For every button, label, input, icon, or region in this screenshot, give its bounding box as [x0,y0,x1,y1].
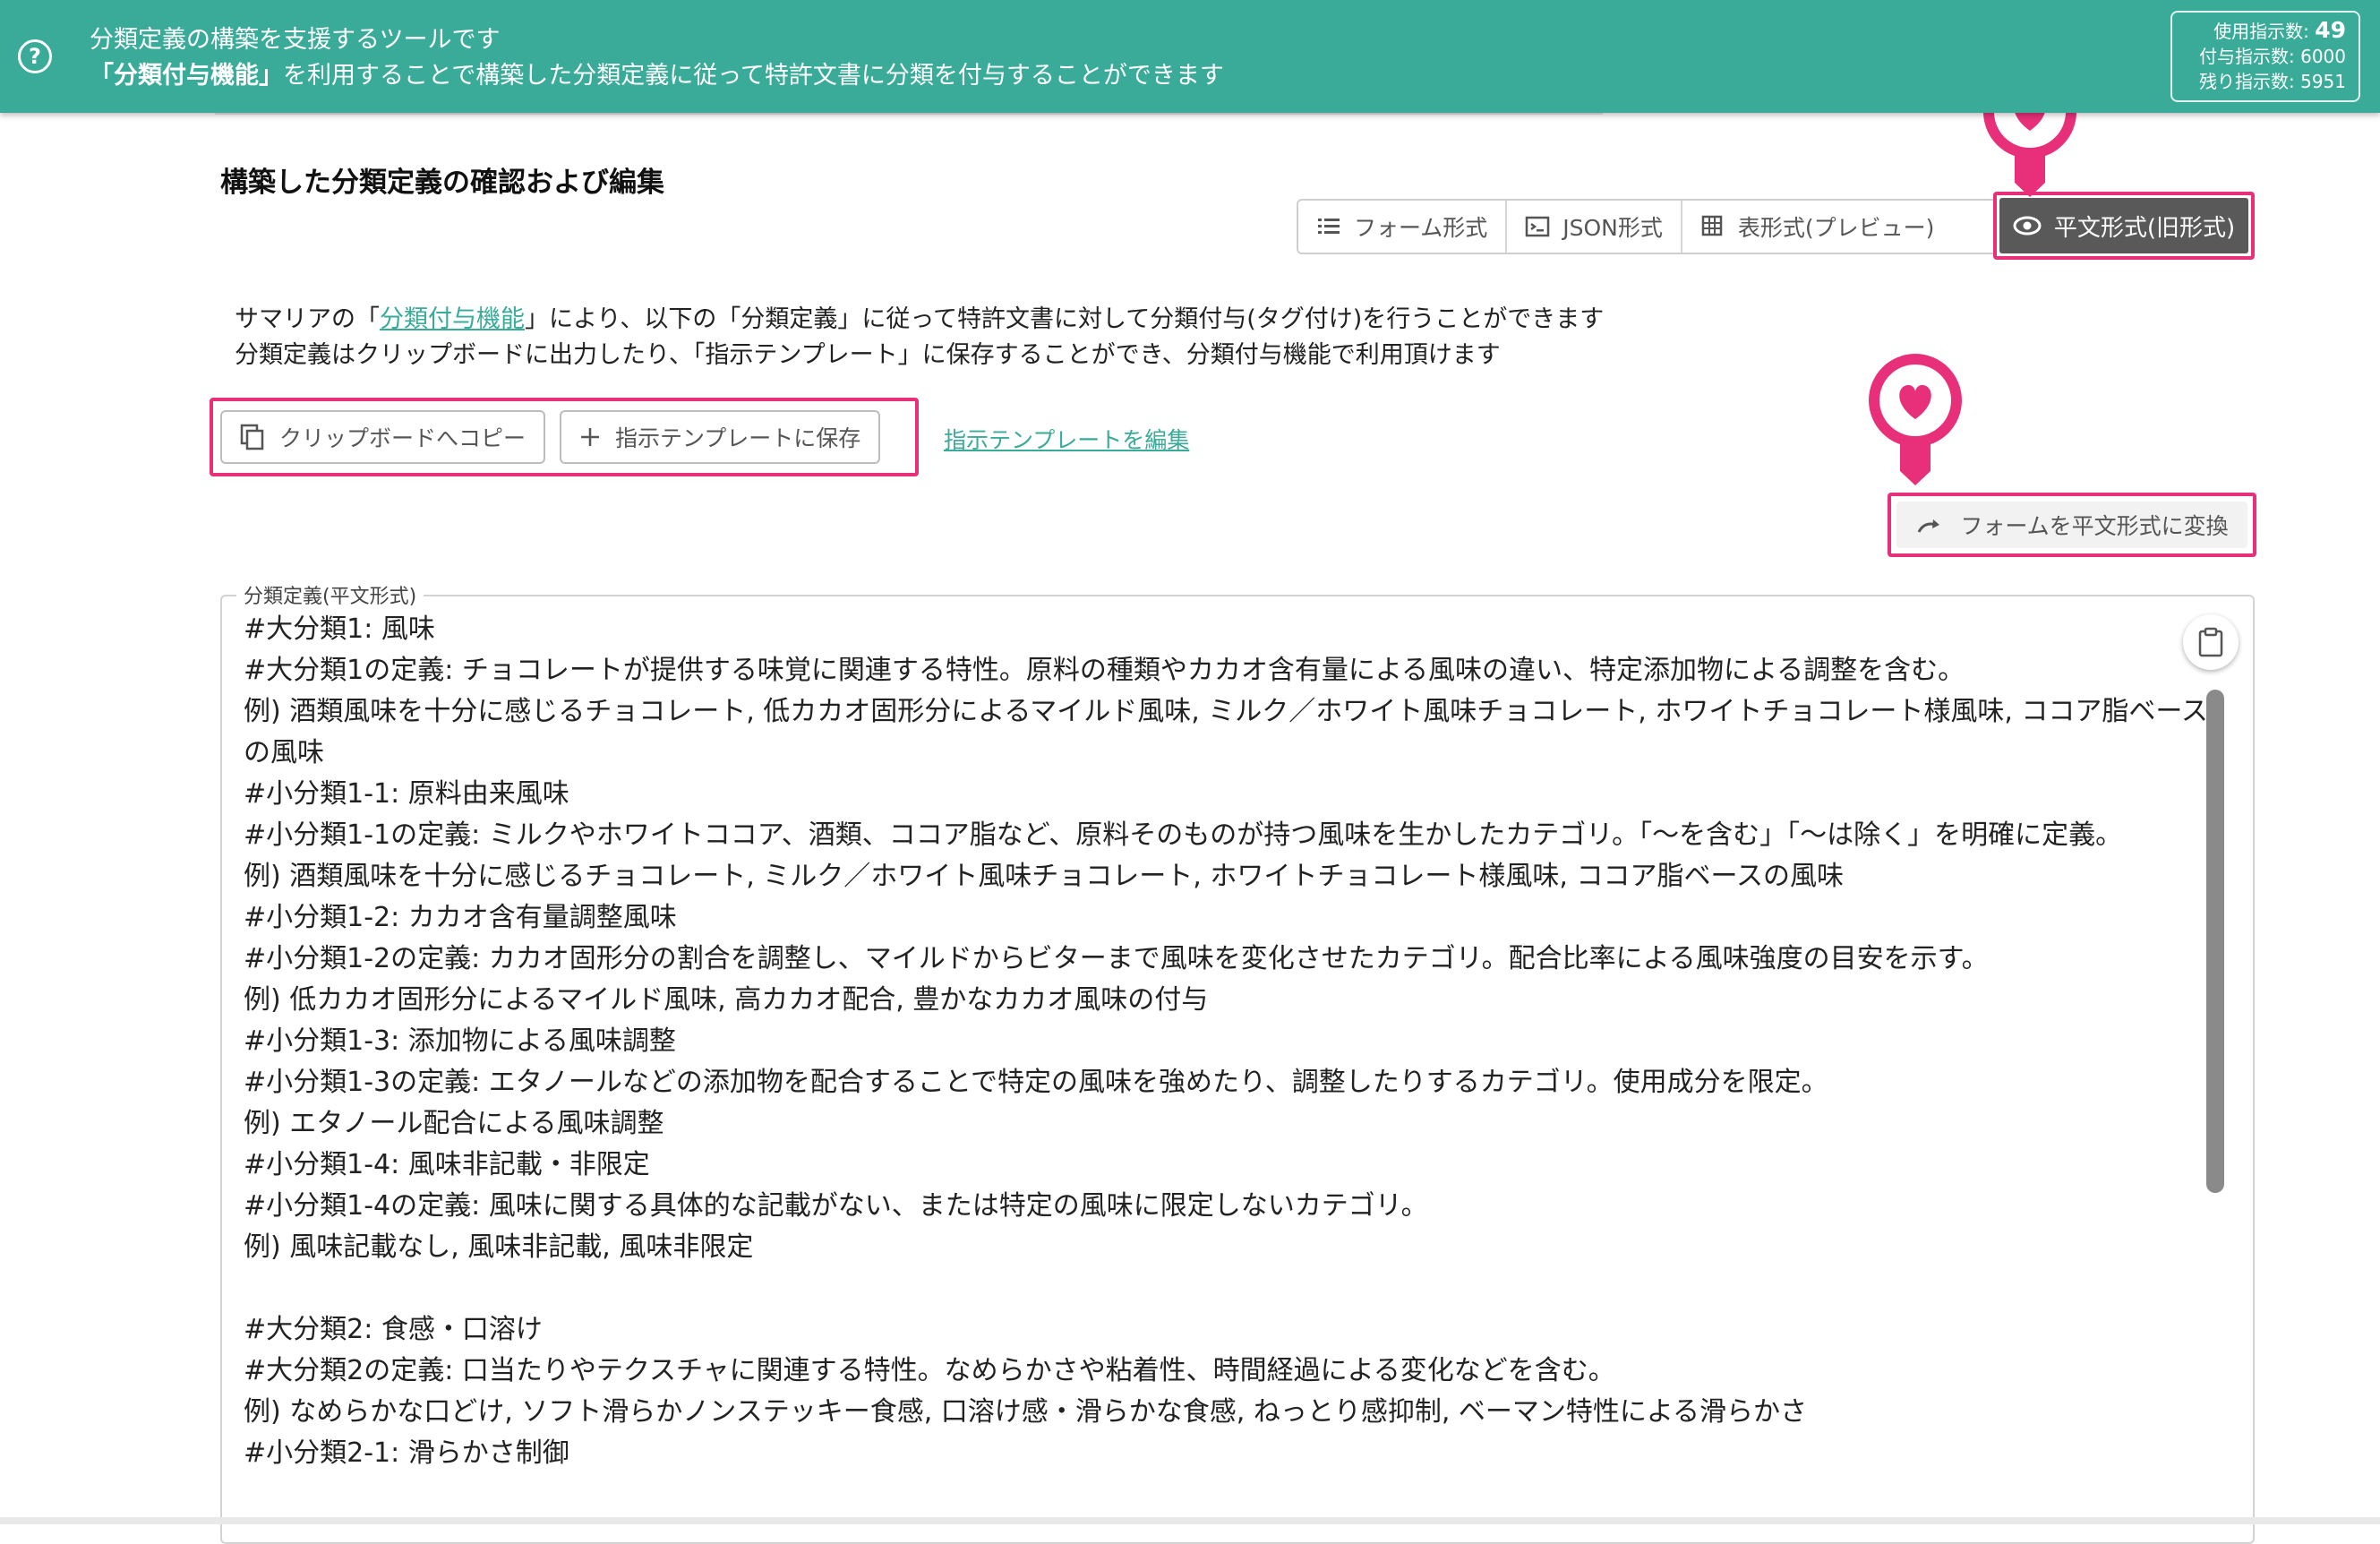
list-icon [1318,219,1340,234]
tab-json[interactable]: JSON形式 [1507,201,1682,253]
terminal-icon [1526,216,1550,237]
definition-line: #小分類1-4の定義: 風味に関する具体的な記載がない、または特定の風味に限定し… [244,1190,1428,1222]
action-buttons-highlight: クリップボードへコピー 指示テンプレートに保存 [210,398,919,476]
definition-line: #小分類1-4: 風味非記載・非限定 [244,1149,650,1180]
definition-line: #小分類1-3の定義: エタノールなどの添加物を配合することで特定の風味を強めた… [244,1067,1828,1098]
definition-text[interactable]: #大分類1: 風味 #大分類1の定義: チョコレートが提供する味覚に関連する特性。… [244,609,2210,1474]
copy-icon [240,424,264,450]
redo-arrow-icon [1918,519,1940,533]
definition-line: #小分類2-1: 滑らかさ制御 [244,1437,569,1469]
granted-count: 付与指示数: 6000 [2198,46,2346,67]
definition-line [244,1268,2210,1309]
edit-template-link[interactable]: 指示テンプレートを編集 [944,423,1189,455]
definition-line: #小分類1-2の定義: カカオ固形分の割合を調整し、マイルドからビターまで風味を… [244,943,1989,974]
bottom-edge [0,1517,2380,1524]
table-icon [1701,215,1723,236]
definition-line: #小分類1-2: カカオ含有量調整風味 [244,902,677,933]
save-template-label: 指示テンプレートに保存 [615,425,861,451]
tab-json-label: JSON形式 [1562,215,1663,241]
clipboard-icon [2198,627,2223,657]
info-banner: ? 分類定義の構築を支援するツールです 「分類付与機能」を利用することで構築した… [0,0,2380,113]
convert-label: フォームを平文形式に変換 [1960,513,2229,539]
definition-line: #大分類1: 風味 [244,613,435,645]
paste-button[interactable] [2183,614,2239,670]
editor-scrollbar[interactable] [2206,690,2224,1193]
banner-text-2: 「分類付与機能」を利用することで構築した分類定義に従って特許文書に分類を付与する… [90,56,1224,90]
copy-clipboard-button[interactable]: クリップボードへコピー [220,410,546,464]
copy-clipboard-label: クリップボードへコピー [279,425,527,451]
definition-line: #大分類2の定義: 口当たりやテクスチャに関連する特性。なめらかさや粘着性、時間… [244,1355,1615,1386]
remaining-count: 残り指示数: 5951 [2198,71,2346,92]
definition-line: 例) 風味記載なし, 風味非記載, 風味非限定 [244,1231,754,1263]
definition-line: 例) 低カカオ固形分によるマイルド風味, 高カカオ配合, 豊かなカカオ風味の付与 [244,984,1209,1016]
tab-table-label: 表形式(プレビュー) [1737,215,1935,241]
banner-text-2-rest: を利用することで構築した分類定義に従って特許文書に分類を付与することができます [283,62,1224,90]
help-icon[interactable]: ? [18,39,52,73]
description-line-1: サマリアの「分類付与機能」により、以下の「分類定義」に従って特許文書に対して分類… [235,305,1605,333]
convert-to-plain-button[interactable]: フォームを平文形式に変換 [1896,502,2247,548]
tab-plain[interactable]: 平文形式(旧形式) [1999,198,2248,253]
used-count: 使用指示数: 49 [2213,17,2346,43]
section-title: 構築した分類定義の確認および編集 [220,167,664,199]
definition-line: #小分類1-3: 添加物による風味調整 [244,1025,676,1057]
tab-plain-highlight: 平文形式(旧形式) [1993,192,2255,260]
heart-pin-icon [1869,354,1962,485]
tab-plain-label: 平文形式(旧形式) [2053,214,2236,242]
definition-line: #小分類1-1: 原料由来風味 [244,778,569,810]
definition-line: 例) エタノール配合による風味調整 [244,1108,664,1139]
banner-text-1: 分類定義の構築を支援するツールです [90,26,501,54]
feature-link[interactable]: 分類付与機能 [380,305,525,333]
tab-form-label: フォーム形式 [1354,215,1488,241]
plus-icon [581,428,600,446]
description-line-2: 分類定義はクリップボードに出力したり、「指示テンプレート」に保存することができ、… [235,341,1501,369]
definition-line: #大分類2: 食感・口溶け [244,1314,543,1345]
tab-form[interactable]: フォーム形式 [1298,201,1508,253]
usage-counts: 使用指示数: 49 付与指示数: 6000 残り指示数: 5951 [2170,11,2360,102]
save-template-button[interactable]: 指示テンプレートに保存 [560,410,881,464]
definition-line: #大分類1の定義: チョコレートが提供する味覚に関連する特性。原料の種類やカカオ… [244,655,1965,686]
definition-line: #小分類1-1の定義: ミルクやホワイトココア、酒類、ココア脂など、原料そのもの… [244,819,2123,851]
eye-icon [2013,216,2042,236]
convert-button-highlight: フォームを平文形式に変換 [1888,493,2256,557]
definition-line: 例) 酒類風味を十分に感じるチョコレート, ミルク／ホワイト風味チョコレート, … [244,861,1844,892]
banner-feature-name: 「分類付与機能」 [90,62,283,90]
editor-legend: 分類定義(平文形式) [236,580,424,609]
definition-line: 例) なめらかな口どけ, ソフト滑らかノンステッキー食感, 口溶け感・滑らかな食… [244,1396,1808,1428]
definition-line: 例) 酒類風味を十分に感じるチョコレート, 低カカオ固形分によるマイルド風味, … [244,696,2208,768]
